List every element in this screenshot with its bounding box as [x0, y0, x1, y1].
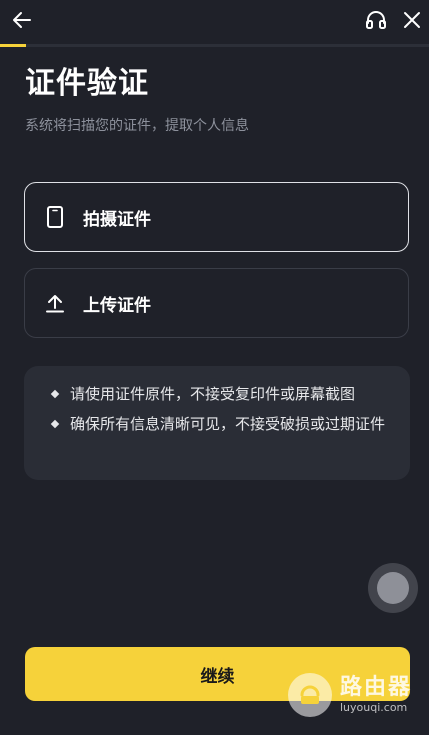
page-subtitle: 系统将扫描您的证件，提取个人信息 [25, 118, 249, 134]
tip-text: 请使用证件原件，不接受复印件或屏幕截图 [70, 385, 356, 403]
back-button[interactable] [6, 4, 38, 36]
phone-icon [45, 206, 65, 228]
headset-icon [366, 11, 386, 29]
progress-bar [0, 44, 429, 47]
upload-document-option[interactable]: 上传证件 [24, 268, 409, 338]
tips-box: 请使用证件原件，不接受复印件或屏幕截图 确保所有信息清晰可见，不接受破损或过期证… [24, 366, 410, 480]
top-bar [0, 0, 429, 44]
close-button[interactable] [396, 4, 428, 36]
tip-item: 确保所有信息清晰可见，不接受破损或过期证件 [50, 412, 390, 436]
diamond-bullet-icon [50, 389, 60, 399]
customer-support-button[interactable] [360, 4, 392, 36]
diamond-bullet-icon [50, 419, 60, 429]
take-photo-label: 拍摄证件 [83, 209, 151, 230]
floating-ball-icon [377, 572, 409, 604]
take-photo-option[interactable]: 拍摄证件 [24, 182, 409, 252]
progress-bar-fill [0, 44, 26, 47]
upload-document-label: 上传证件 [83, 295, 151, 316]
upload-icon [45, 292, 65, 314]
page-title: 证件验证 [25, 66, 149, 101]
arrow-left-icon [13, 12, 31, 28]
continue-button[interactable]: 继续 [25, 647, 410, 701]
close-icon [404, 12, 420, 28]
floating-assistive-button[interactable] [368, 563, 418, 613]
tip-text: 确保所有信息清晰可见，不接受破损或过期证件 [70, 415, 386, 433]
tip-item: 请使用证件原件，不接受复印件或屏幕截图 [50, 382, 390, 406]
watermark-url: luyouqi.com [340, 701, 408, 714]
